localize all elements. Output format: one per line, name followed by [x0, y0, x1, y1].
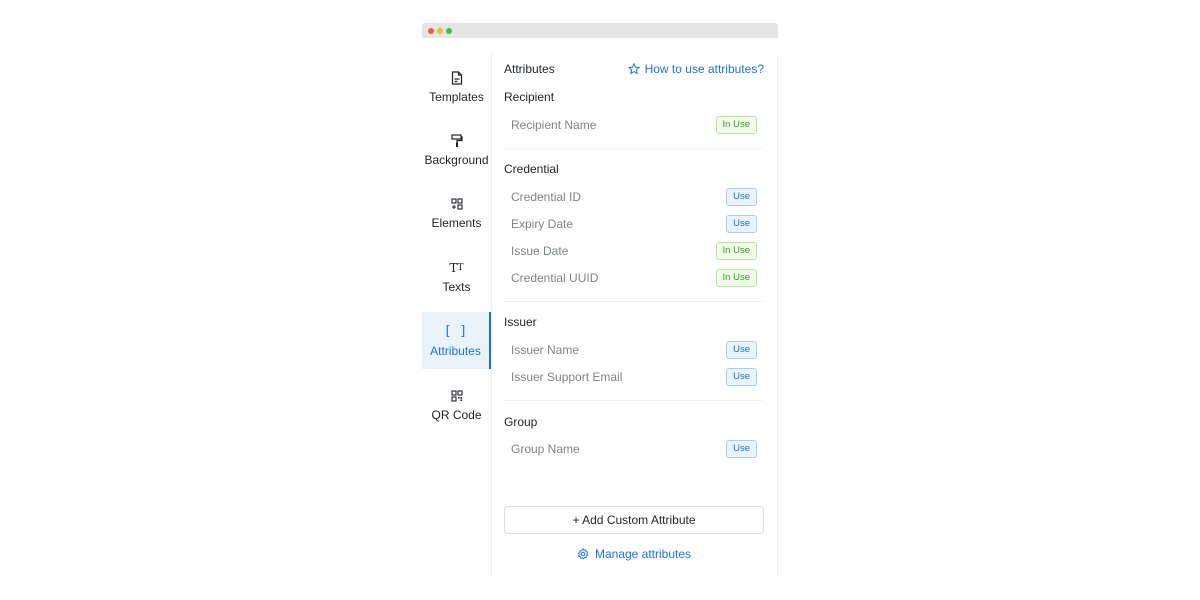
- qr-code-icon: [450, 388, 463, 404]
- in-use-badge[interactable]: In Use: [715, 242, 757, 260]
- template-icon: [451, 70, 463, 86]
- sidebar-item-texts[interactable]: TT Texts: [422, 248, 491, 305]
- attribute-row: Expiry Date Use: [511, 214, 757, 234]
- brackets-icon: [ ]: [443, 324, 468, 339]
- manage-attributes-label: Manage attributes: [594, 547, 692, 561]
- elements-icon: [450, 196, 463, 212]
- section-divider: [504, 148, 762, 149]
- sidebar-item-label: Elements: [431, 215, 482, 230]
- sidebar-item-templates[interactable]: Templates: [422, 58, 491, 115]
- attribute-name: Issuer Name: [511, 343, 580, 357]
- use-button[interactable]: Use: [726, 188, 757, 206]
- use-button[interactable]: Use: [726, 440, 757, 458]
- sidebar-item-label: Background: [424, 152, 489, 167]
- help-link-label: How to use attributes?: [644, 62, 764, 76]
- attribute-name: Credential ID: [511, 190, 582, 204]
- manage-attributes-link[interactable]: Manage attributes: [504, 545, 764, 563]
- section-divider: [504, 301, 762, 302]
- attribute-name: Recipient Name: [511, 118, 597, 132]
- sidebar-item-attributes[interactable]: [ ] Attributes: [422, 312, 491, 369]
- attribute-row: Credential UUID In Use: [511, 268, 757, 288]
- add-custom-attribute-button[interactable]: + Add Custom Attribute: [504, 506, 764, 534]
- panel-title: Attributes: [504, 62, 555, 76]
- sidebar-item-label: Texts: [442, 279, 471, 294]
- text-icon: TT: [449, 260, 464, 275]
- sidebar-item-qr-code[interactable]: QR Code: [422, 376, 491, 433]
- section-title-group: Group: [504, 415, 538, 429]
- star-icon: [627, 63, 640, 75]
- attribute-name: Expiry Date: [511, 217, 574, 231]
- attribute-row: Credential ID Use: [511, 187, 757, 207]
- attribute-row: Issue Date In Use: [511, 241, 757, 261]
- sidebar-item-background[interactable]: Background: [422, 121, 491, 178]
- attribute-name: Issue Date: [511, 244, 569, 258]
- attribute-name: Group Name: [511, 442, 580, 456]
- section-divider: [504, 400, 762, 401]
- attributes-panel: Attributes How to use attributes? Recipi…: [491, 54, 778, 576]
- use-button[interactable]: Use: [726, 368, 757, 386]
- use-button[interactable]: Use: [726, 341, 757, 359]
- close-window-dot[interactable]: [428, 28, 434, 34]
- section-title-issuer: Issuer: [504, 315, 537, 329]
- attribute-row: Issuer Support Email Use: [511, 367, 757, 387]
- gear-icon: [577, 548, 589, 560]
- attribute-row: Recipient Name In Use: [511, 115, 757, 135]
- section-title-credential: Credential: [504, 162, 559, 176]
- sidebar-item-label: Templates: [429, 89, 484, 104]
- how-to-use-attributes-link[interactable]: How to use attributes?: [627, 62, 764, 76]
- minimize-window-dot[interactable]: [437, 28, 443, 34]
- sidebar-item-elements[interactable]: Elements: [422, 184, 491, 241]
- use-button[interactable]: Use: [726, 215, 757, 233]
- app-window: Templates Background Elements TT Texts […: [422, 23, 778, 576]
- attribute-row: Group Name Use: [511, 439, 757, 459]
- paint-roller-icon: [450, 133, 463, 149]
- window-titlebar: [422, 23, 778, 38]
- maximize-window-dot[interactable]: [446, 28, 452, 34]
- sidebar-item-label: Attributes: [430, 343, 481, 358]
- in-use-badge[interactable]: In Use: [715, 116, 757, 134]
- attribute-name: Issuer Support Email: [511, 370, 623, 384]
- attribute-row: Issuer Name Use: [511, 340, 757, 360]
- panel-header: Attributes How to use attributes?: [504, 60, 764, 78]
- sidebar: Templates Background Elements TT Texts […: [422, 58, 491, 576]
- sidebar-item-label: QR Code: [431, 407, 482, 422]
- section-title-recipient: Recipient: [504, 90, 555, 104]
- attribute-name: Credential UUID: [511, 271, 599, 285]
- in-use-badge[interactable]: In Use: [715, 269, 757, 287]
